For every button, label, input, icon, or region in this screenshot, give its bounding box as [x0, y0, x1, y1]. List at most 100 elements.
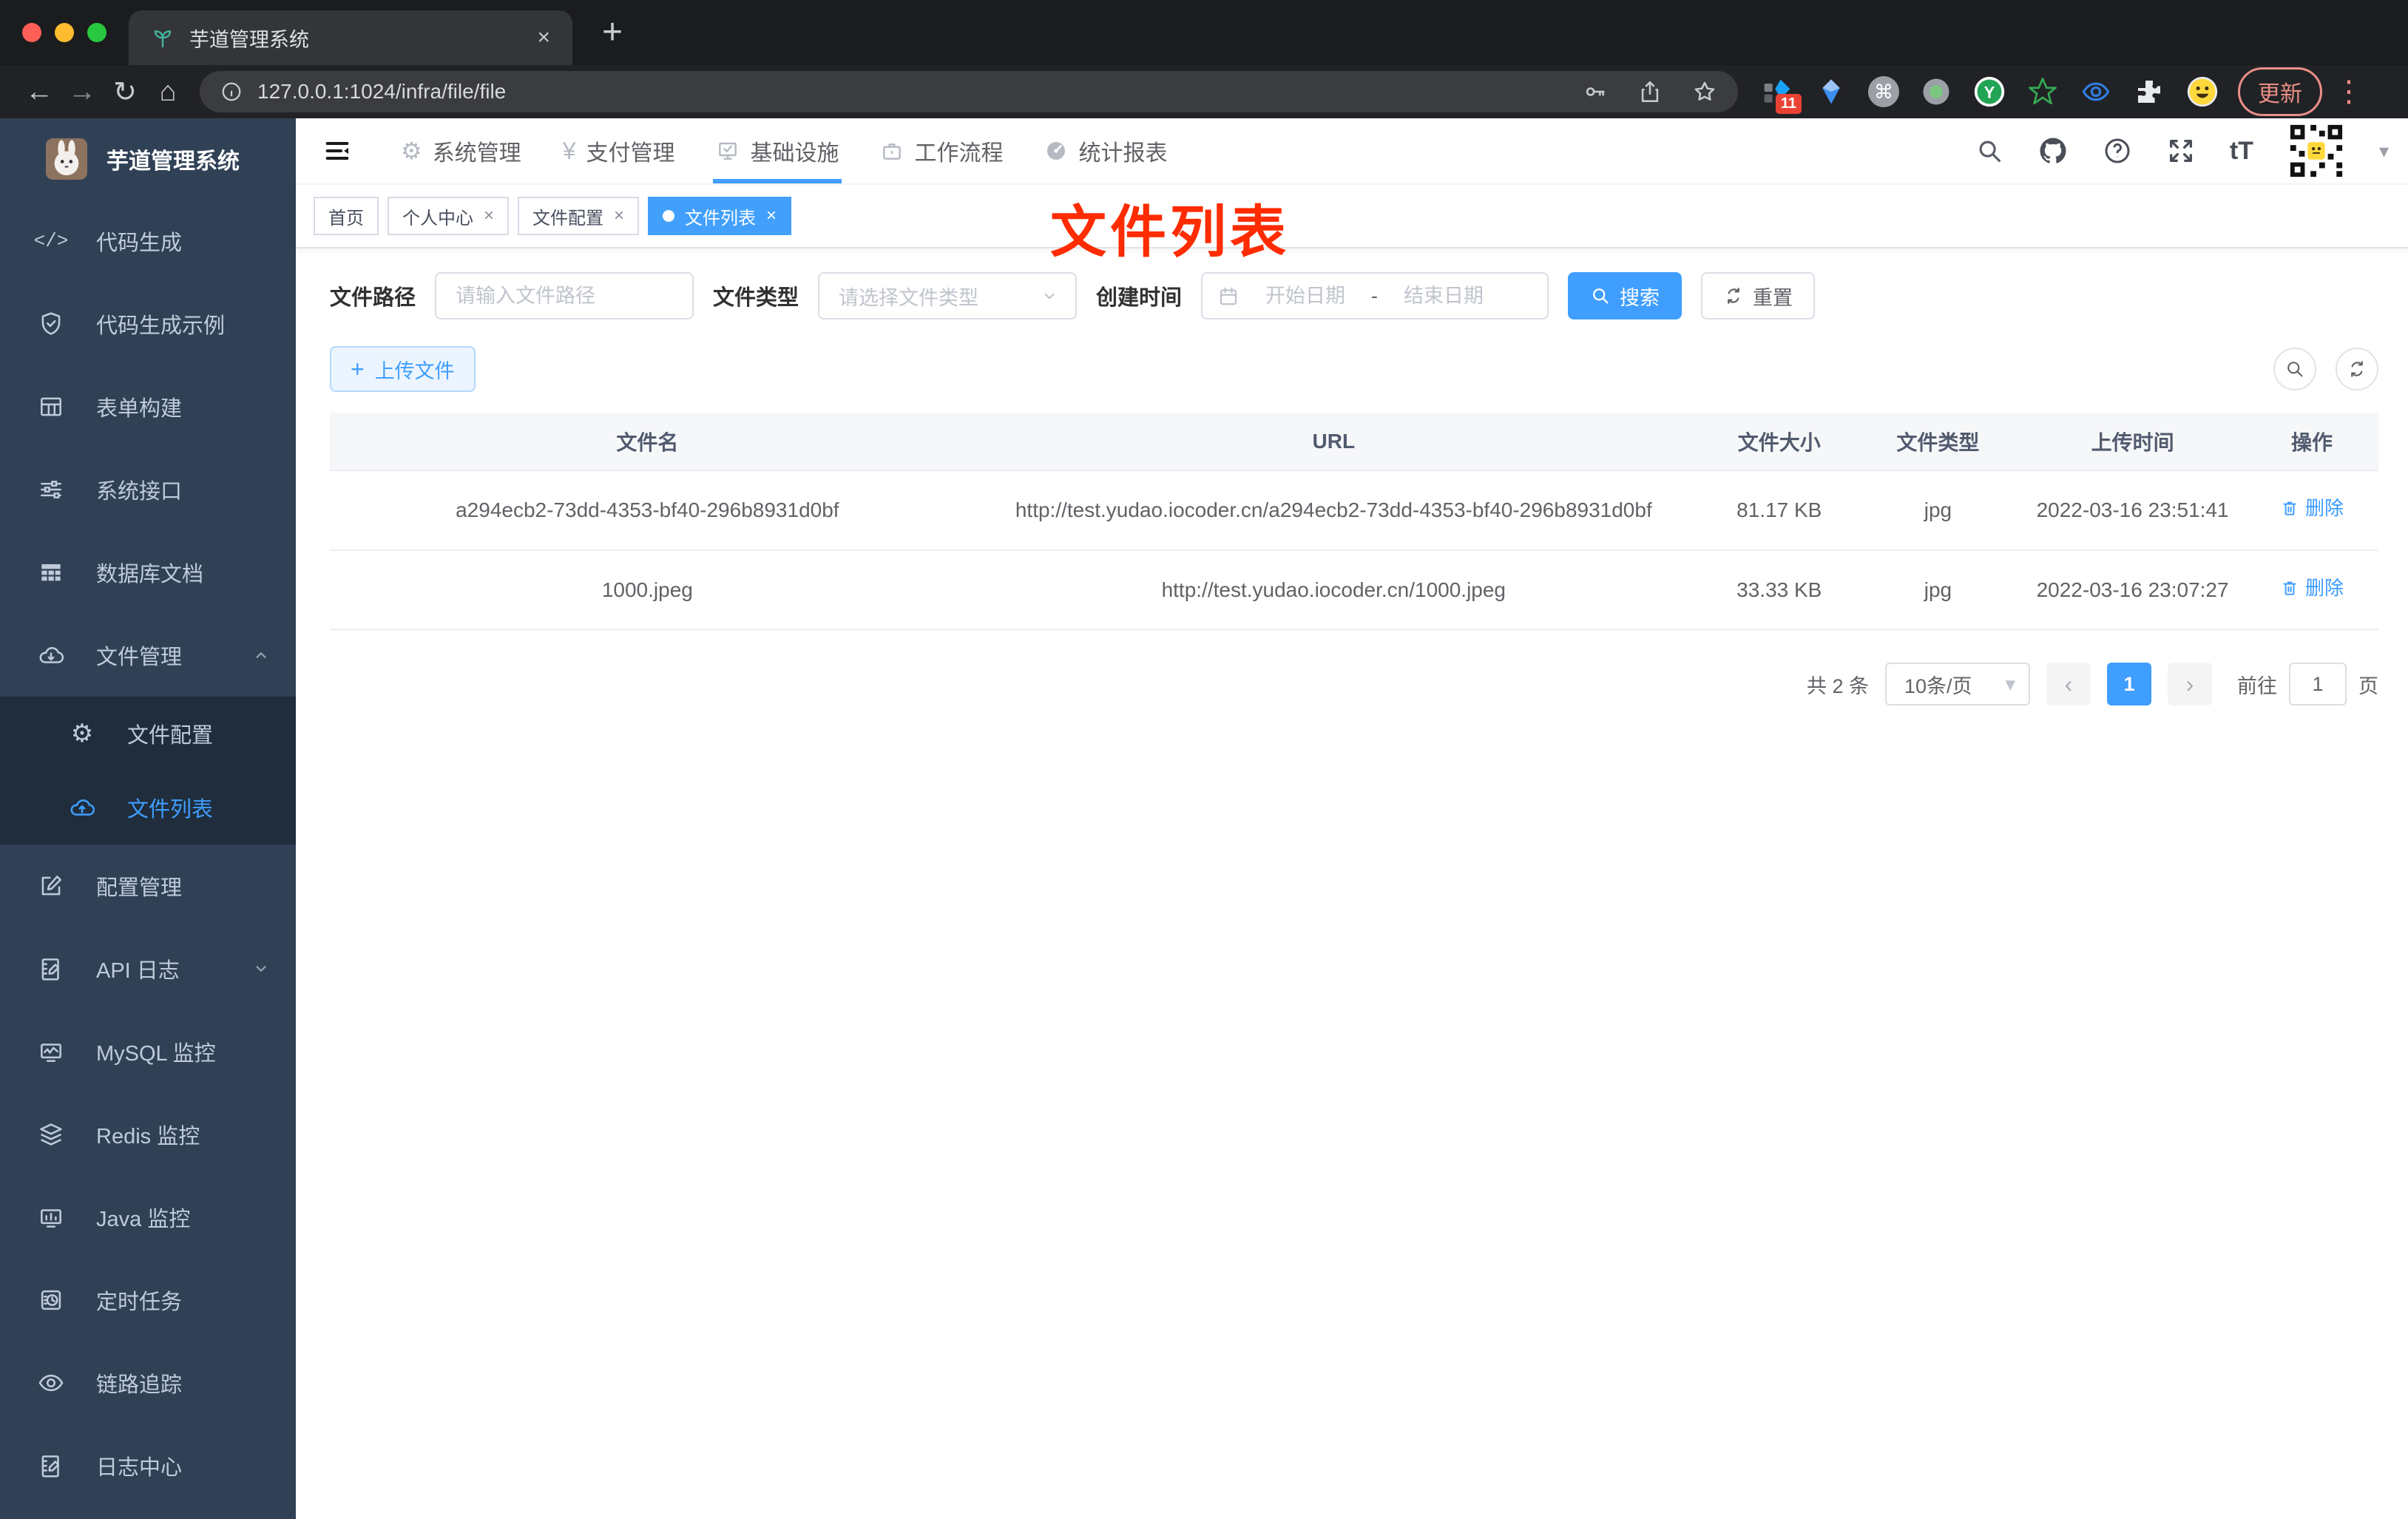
extension-gem-icon[interactable] [1815, 75, 1847, 108]
extension-puzzle-icon[interactable] [2133, 75, 2165, 108]
current-page-button[interactable]: 1 [2107, 663, 2151, 706]
extension-star-icon[interactable] [2026, 75, 2059, 108]
font-size-icon[interactable]: tT [2230, 137, 2253, 166]
browser-menu-icon[interactable]: ⋮ [2334, 75, 2364, 109]
refresh-table-button[interactable] [2336, 348, 2378, 390]
home-button[interactable]: ⌂ [146, 70, 189, 113]
nav-item-system[interactable]: ⚙ 系统管理 [380, 118, 542, 183]
sidebar-item-code-example[interactable]: 代码生成示例 [0, 283, 296, 365]
delete-link[interactable]: 删除 [2280, 573, 2344, 603]
col-file-size: 文件大小 [1702, 413, 1856, 471]
search-button[interactable]: 搜索 [1568, 272, 1682, 319]
extension-emoji-icon[interactable] [2186, 75, 2219, 108]
search-icon[interactable] [1975, 137, 2003, 165]
window-controls[interactable] [0, 23, 129, 42]
nav-item-payment[interactable]: ¥ 支付管理 [542, 118, 696, 183]
col-url: URL [964, 413, 1702, 471]
sidebar-item-config-management[interactable]: 配置管理 [0, 845, 296, 927]
tag-home[interactable]: 首页 [314, 197, 379, 235]
sidebar-item-api-log[interactable]: API 日志 [0, 927, 296, 1010]
help-icon[interactable] [2103, 136, 2132, 166]
file-path-label: 文件路径 [330, 286, 416, 310]
favicon-seedling-icon [151, 26, 175, 50]
close-icon[interactable]: × [484, 206, 494, 226]
sidebar-item-tracing[interactable]: 链路追踪 [0, 1342, 296, 1424]
file-path-input[interactable] [435, 272, 694, 319]
tag-file-config[interactable]: 文件配置 × [518, 197, 640, 235]
gear-icon: ⚙ [70, 720, 94, 748]
browser-update-button[interactable]: 更新 [2238, 67, 2322, 116]
table-row: 1000.jpeg http://test.yudao.iocoder.cn/1… [330, 549, 2378, 631]
sidebar-collapse-icon[interactable] [315, 129, 359, 173]
forward-button[interactable]: → [61, 70, 104, 113]
grid-icon [34, 558, 68, 586]
file-type-select[interactable]: 请选择文件类型 [818, 272, 1078, 319]
cell-file-size: 33.33 KB [1702, 549, 1856, 631]
minimize-window-button[interactable] [55, 23, 74, 42]
goto-page-input[interactable] [2289, 663, 2347, 706]
next-page-button[interactable]: › [2168, 663, 2212, 706]
fullscreen-icon[interactable] [2166, 136, 2196, 166]
sidebar-item-mysql-monitor[interactable]: MySQL 监控 [0, 1010, 296, 1093]
prev-page-button[interactable]: ‹ [2046, 663, 2091, 706]
sidebar-item-system-api[interactable]: 系统接口 [0, 448, 296, 531]
extension-badge: 11 [1775, 94, 1802, 114]
close-icon[interactable]: × [614, 206, 624, 226]
upload-file-button[interactable]: + 上传文件 [330, 346, 476, 392]
plus-icon: + [351, 356, 365, 382]
date-range-picker[interactable]: - [1201, 272, 1549, 319]
cell-file-type: jpg [1856, 549, 2020, 631]
password-key-icon[interactable] [1583, 79, 1608, 104]
share-icon[interactable] [1637, 79, 1663, 104]
close-window-button[interactable] [22, 23, 41, 42]
sidebar-submenu-file: ⚙ 文件配置 文件列表 [0, 697, 296, 845]
page-size-select[interactable]: 10条/页 ▾ [1885, 663, 2030, 706]
start-date-input[interactable] [1250, 284, 1362, 308]
cell-url: http://test.yudao.iocoder.cn/1000.jpeg [964, 549, 1702, 631]
nav-item-infrastructure[interactable]: 基础设施 [695, 118, 859, 183]
bookmark-star-icon[interactable] [1692, 79, 1717, 104]
sidebar-item-db-doc[interactable]: 数据库文档 [0, 531, 296, 614]
close-icon[interactable]: × [766, 206, 777, 226]
extension-y-icon[interactable]: Y [1973, 75, 2006, 108]
back-button[interactable]: ← [18, 70, 61, 113]
tag-file-list[interactable]: 文件列表 × [648, 197, 792, 235]
new-tab-button[interactable]: + [602, 15, 623, 50]
sidebar-item-log-center[interactable]: 日志中心 [0, 1424, 296, 1507]
tag-profile[interactable]: 个人中心 × [388, 197, 510, 235]
delete-link[interactable]: 删除 [2280, 493, 2344, 523]
user-avatar-qr[interactable] [2287, 122, 2345, 180]
reset-button[interactable]: 重置 [1701, 272, 1816, 319]
red-annotation-label: 文件列表 [1050, 201, 1290, 264]
sidebar-item-code-generation[interactable]: </> 代码生成 [0, 200, 296, 283]
timer-icon [34, 1286, 68, 1314]
sidebar-item-scheduled-tasks[interactable]: 定时任务 [0, 1259, 296, 1342]
zoom-window-button[interactable] [87, 23, 106, 42]
avatar-caret-icon[interactable]: ▾ [2379, 140, 2389, 163]
end-date-input[interactable] [1388, 284, 1500, 308]
sidebar-item-file-list[interactable]: 文件列表 [0, 771, 296, 845]
extension-gray-dot-icon[interactable] [1920, 75, 1952, 108]
sidebar-item-file-config[interactable]: ⚙ 文件配置 [0, 697, 296, 771]
sidebar-item-java-monitor[interactable]: Java 监控 [0, 1176, 296, 1259]
extension-icons: 11 ⌘ Y [1762, 75, 2219, 114]
show-search-toggle-button[interactable] [2273, 348, 2316, 390]
site-info-icon[interactable] [220, 81, 243, 103]
tab-close-icon[interactable]: × [537, 25, 550, 50]
table-header-row: 文件名 URL 文件大小 文件类型 上传时间 操作 [330, 413, 2378, 471]
reload-button[interactable]: ↻ [104, 70, 146, 113]
file-type-label: 文件类型 [713, 286, 799, 310]
extension-diamond-icon[interactable]: 11 [1762, 75, 1802, 114]
cell-upload-time: 2022-03-16 23:51:41 [2020, 470, 2245, 551]
extension-eye-icon[interactable] [2080, 75, 2112, 108]
nav-item-reports[interactable]: 统计报表 [1024, 118, 1188, 183]
github-icon[interactable] [2037, 135, 2069, 166]
sidebar-item-form-builder[interactable]: 表单构建 [0, 365, 296, 448]
sidebar-item-file-management[interactable]: 文件管理 [0, 614, 296, 697]
address-bar[interactable]: 127.0.0.1:1024/infra/file/file [200, 71, 1738, 112]
extension-command-icon[interactable]: ⌘ [1868, 76, 1899, 107]
browser-tab[interactable]: 芋道管理系统 × [129, 10, 572, 65]
page-content: 文件路径 文件类型 请选择文件类型 创建时间 - [296, 248, 2408, 706]
nav-item-workflow[interactable]: 工作流程 [859, 118, 1024, 183]
sidebar-item-redis-monitor[interactable]: Redis 监控 [0, 1093, 296, 1176]
